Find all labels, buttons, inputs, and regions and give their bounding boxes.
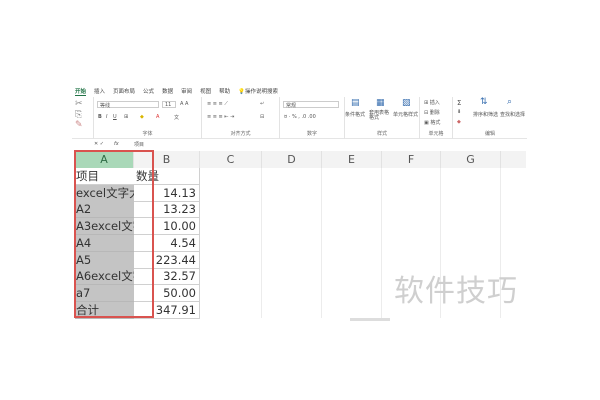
tab-page-layout[interactable]: 页面布局 — [113, 87, 135, 95]
horizontal-scrollbar[interactable] — [350, 318, 390, 321]
col-header-g[interactable]: G — [441, 151, 501, 168]
number-group: 常规 ¤ · % , .0 .00 数字 — [280, 97, 345, 139]
search-hint[interactable]: 💡操作说明搜索 — [238, 87, 278, 95]
highlight-box — [74, 150, 154, 318]
font-size-select[interactable]: 11 — [162, 101, 176, 108]
clipboard-group: ✂ ⎘ ✎ — [72, 97, 94, 139]
find-select-button[interactable]: 查找和选择 — [500, 111, 525, 118]
table-format-button[interactable]: 套用表格格式 — [369, 111, 389, 121]
formula-bar: ✕ ✓ fx 项目 — [72, 141, 527, 149]
col-header-h[interactable] — [501, 151, 526, 168]
fill-color-icon[interactable]: ◆ — [140, 114, 144, 120]
alignment-group: ≡ ≡ ≡ ⟋ ≡ ≡ ≡ ⇤ ⇥ ↵ ⊟ 对齐方式 — [202, 97, 280, 139]
tab-insert[interactable]: 插入 — [94, 87, 105, 95]
lightbulb-icon: 💡 — [238, 89, 245, 95]
format-cells-button[interactable]: ▣ 格式 — [424, 119, 440, 126]
ribbon-tabs: 开始 插入 页面布局 公式 数据 审阅 视图 帮助 💡操作说明搜索 — [75, 86, 278, 96]
tab-data[interactable]: 数据 — [162, 87, 173, 95]
bold-button[interactable]: B — [98, 114, 102, 120]
delete-cells-button[interactable]: ⊟ 删除 — [424, 109, 440, 116]
border-icon[interactable]: ⊞ — [124, 114, 128, 120]
conditional-format-icon: ▤ — [351, 98, 360, 108]
font-group: 等线 11 A A B I U ⊞ ◆ A 文 字体 — [94, 97, 202, 139]
tab-help[interactable]: 帮助 — [219, 87, 230, 95]
editing-group: Σ ⬇ ◆ ⇅ 排序和筛选 ⌕ 查找和选择 编辑 — [457, 97, 526, 137]
insert-cells-button[interactable]: ⊞ 插入 — [424, 99, 440, 106]
align-left-icon[interactable]: ≡ ≡ ≡ ⇤ ⇥ — [207, 114, 234, 120]
cut-icon[interactable]: ✂ — [75, 99, 83, 109]
col-header-d[interactable]: D — [262, 151, 322, 168]
currency-icon[interactable]: ¤ · % , .0 .00 — [284, 114, 316, 120]
clear-icon[interactable]: ◆ — [457, 119, 461, 125]
fill-icon[interactable]: ⬇ — [457, 109, 461, 115]
col-header-e[interactable]: E — [322, 151, 382, 168]
ribbon: ✂ ⎘ ✎ 等线 11 A A B I U ⊞ ◆ A 文 字体 ≡ ≡ ≡ ⟋… — [72, 97, 527, 139]
wrap-text-icon[interactable]: ↵ — [260, 101, 264, 107]
merge-icon[interactable]: ⊟ — [260, 114, 264, 120]
tab-review[interactable]: 审阅 — [181, 87, 192, 95]
copy-icon[interactable]: ⎘ — [75, 110, 82, 120]
underline-button[interactable]: U — [113, 114, 117, 120]
italic-button[interactable]: I — [106, 114, 107, 120]
cells-group: ⊞ 插入 ⊟ 删除 ▣ 格式 单元格 — [420, 97, 453, 139]
col-header-c[interactable]: C — [200, 151, 262, 168]
align-top-icon[interactable]: ≡ ≡ ≡ ⟋ — [207, 101, 228, 107]
sort-filter-button[interactable]: 排序和筛选 — [473, 111, 498, 118]
table-format-icon: ▦ — [376, 98, 385, 108]
cell-style-icon: ▧ — [402, 98, 411, 108]
gridline — [261, 168, 262, 318]
col-header-f[interactable]: F — [382, 151, 441, 168]
font-color-icon[interactable]: A — [156, 114, 159, 120]
font-grow-icon[interactable]: A A — [180, 101, 188, 107]
gridline — [321, 168, 322, 318]
tab-home[interactable]: 开始 — [75, 87, 87, 96]
font-name-select[interactable]: 等线 — [97, 101, 159, 109]
tab-view[interactable]: 视图 — [200, 87, 211, 95]
conditional-format-button[interactable]: 条件格式 — [345, 111, 365, 118]
gridline — [381, 168, 382, 318]
tab-formulas[interactable]: 公式 — [143, 87, 154, 95]
autosum-icon[interactable]: Σ — [457, 99, 461, 107]
styles-group: ▤ 条件格式 ▦ 套用表格格式 ▧ 单元格样式 样式 — [345, 97, 420, 139]
format-painter-icon[interactable]: ✎ — [75, 120, 83, 130]
fx-icon[interactable]: fx — [114, 141, 119, 147]
number-format-select[interactable]: 常规 — [283, 101, 339, 109]
sort-filter-icon: ⇅ — [480, 97, 488, 107]
formula-input[interactable]: 项目 — [134, 141, 144, 148]
phonetic-icon[interactable]: 文 — [174, 114, 179, 121]
find-icon: ⌕ — [507, 97, 513, 107]
watermark: 软件技巧 — [394, 274, 518, 309]
cell-style-button[interactable]: 单元格样式 — [393, 111, 418, 118]
cancel-icon[interactable]: ✕ ✓ — [94, 141, 104, 147]
